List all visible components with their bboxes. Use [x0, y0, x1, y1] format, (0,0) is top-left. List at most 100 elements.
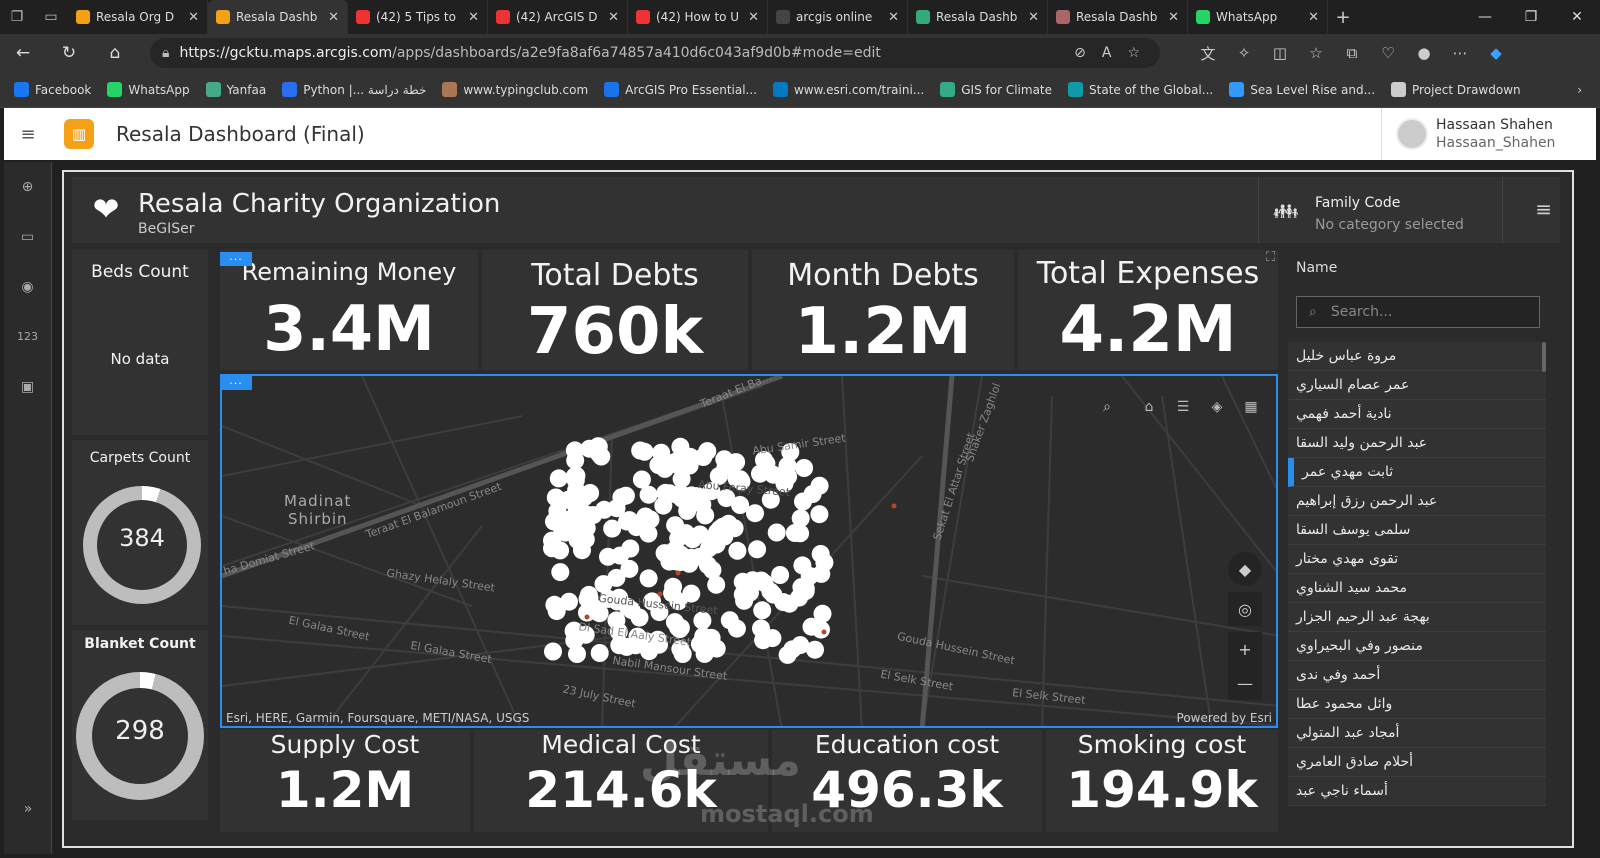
browser-tab[interactable]: arcgis online ✕ — [768, 0, 908, 34]
collections-icon[interactable]: ⧉ — [1334, 44, 1370, 62]
profile-icon[interactable]: ● — [1406, 44, 1442, 62]
browser-tab[interactable]: Resala Org D ✕ — [68, 0, 208, 34]
list-item[interactable]: عبد الرحمن وليد السقا — [1288, 429, 1546, 458]
household-point[interactable] — [630, 608, 649, 627]
household-point[interactable] — [785, 524, 804, 542]
household-point[interactable] — [683, 530, 702, 549]
browser-tab[interactable]: WhatsApp ✕ — [1188, 0, 1328, 34]
household-point[interactable] — [720, 611, 739, 630]
household-point[interactable] — [748, 540, 767, 559]
extensions-icon[interactable]: ✧ — [1226, 44, 1262, 62]
chevron-right-icon[interactable]: › — [1577, 83, 1582, 97]
expand-icon[interactable]: » — [4, 784, 52, 834]
household-point[interactable] — [544, 642, 562, 661]
user-menu[interactable]: Hassaan Shahen Hassaan_Shahen — [1381, 108, 1596, 160]
list-item[interactable]: بهجة عبد الرحيم الجزار — [1288, 603, 1546, 632]
fullscreen-icon[interactable]: ⛶ — [1266, 250, 1275, 265]
search-icon[interactable]: ⌕ — [1090, 390, 1124, 424]
household-point[interactable] — [627, 518, 646, 537]
more-icon[interactable]: ⋯ — [1442, 44, 1478, 62]
url-field[interactable]: 🔒︎ https://gcktu.maps.arcgis.com/apps/da… — [150, 38, 1160, 68]
search-input[interactable]: ⌕ Search... — [1296, 296, 1540, 328]
split-screen-icon[interactable]: ◫ — [1262, 44, 1298, 62]
legend-icon[interactable]: ☰ — [1166, 390, 1200, 424]
bookmark-item[interactable]: Python |... خطة دراسة — [282, 82, 426, 97]
household-point[interactable] — [580, 439, 599, 458]
household-point[interactable] — [733, 585, 752, 604]
household-point[interactable] — [813, 604, 832, 623]
bookmark-item[interactable]: www.esri.com/traini... — [772, 82, 924, 97]
list-item[interactable]: عبد الرحمن رزق إبراهيم — [1288, 487, 1546, 516]
household-point[interactable] — [690, 635, 709, 654]
menu-icon[interactable]: ≡ — [1535, 197, 1552, 221]
refresh-icon[interactable]: ↻ — [46, 34, 92, 72]
restore-icon[interactable]: ❐ — [1508, 0, 1554, 34]
household-point[interactable] — [810, 505, 829, 524]
household-point[interactable] — [753, 601, 772, 620]
household-point[interactable] — [551, 563, 570, 582]
read-aloud-icon[interactable]: A — [1102, 45, 1112, 61]
household-point[interactable] — [611, 546, 629, 565]
list-item[interactable]: نادية أحمد فهمي — [1288, 400, 1546, 429]
household-point[interactable] — [778, 456, 797, 475]
locate-icon[interactable]: ◎ — [1228, 592, 1262, 626]
translate-icon[interactable]: 文 — [1190, 43, 1226, 64]
back-icon[interactable]: ← — [0, 34, 46, 72]
household-point[interactable] — [666, 516, 685, 535]
household-point[interactable] — [590, 644, 609, 662]
household-point[interactable] — [566, 451, 585, 470]
list-item[interactable]: سلمى يوسف السقا — [1288, 516, 1546, 545]
household-point[interactable] — [812, 620, 830, 639]
list-item[interactable]: محمد سيد الشناوي — [1288, 574, 1546, 603]
household-point[interactable] — [654, 496, 673, 515]
household-point[interactable] — [720, 520, 739, 539]
household-point[interactable] — [746, 504, 764, 523]
powered-by[interactable]: Powered by Esri — [1177, 711, 1272, 725]
household-point[interactable] — [803, 485, 822, 503]
basemap-gallery-icon[interactable]: ▦ — [1234, 390, 1268, 424]
household-point[interactable] — [761, 582, 780, 601]
list-item[interactable]: عمر عصام السياري — [1288, 371, 1546, 400]
household-point[interactable] — [590, 604, 609, 623]
close-tab-icon[interactable]: ✕ — [1308, 10, 1319, 25]
performance-icon[interactable]: ♡ — [1370, 44, 1406, 62]
browser-tab[interactable]: (42) 5 Tips to ✕ — [348, 0, 488, 34]
list-item[interactable]: تقوى مهدي مختار — [1288, 545, 1546, 574]
household-point[interactable] — [639, 569, 658, 588]
household-point[interactable] — [703, 561, 722, 579]
map-options-button[interactable]: ... — [220, 375, 252, 390]
bookmark-item[interactable]: www.typingclub.com — [442, 82, 588, 97]
family-code-selector[interactable]: 👪︎ Family Code No category selected — [1258, 177, 1503, 243]
home-icon[interactable]: ⌂ — [1132, 390, 1166, 424]
list-scrollbar[interactable] — [1542, 342, 1546, 372]
bookmark-item[interactable]: Yanfaa — [205, 82, 266, 97]
workspaces-icon[interactable]: ❐ — [0, 0, 34, 34]
list-item[interactable]: أمجاد عبد المتولي — [1288, 719, 1546, 748]
browser-tab[interactable]: (42) How to U ✕ — [628, 0, 768, 34]
household-point[interactable] — [649, 456, 668, 474]
household-point[interactable] — [549, 469, 568, 488]
save-icon[interactable]: ▣ — [4, 362, 51, 412]
household-point[interactable] — [579, 585, 598, 604]
household-point[interactable] — [568, 531, 587, 549]
household-point[interactable] — [551, 541, 570, 560]
household-point[interactable] — [767, 523, 786, 542]
household-point[interactable] — [780, 594, 799, 613]
household-point[interactable] — [574, 505, 593, 524]
bookmark-item[interactable]: State of the Global... — [1068, 82, 1213, 97]
close-window-icon[interactable]: ✕ — [1554, 0, 1600, 34]
household-point[interactable] — [547, 602, 566, 621]
household-point[interactable] — [635, 442, 654, 461]
bookmark-item[interactable]: WhatsApp — [107, 82, 190, 97]
favorites-icon[interactable]: ☆ — [1298, 44, 1334, 62]
household-point[interactable] — [757, 454, 776, 473]
bookmark-item[interactable]: Project Drawdown — [1391, 82, 1521, 97]
list-item[interactable]: أسماء ناجي عبد — [1288, 777, 1546, 806]
household-point[interactable] — [771, 566, 790, 584]
household-point[interactable] — [568, 645, 586, 663]
map-view[interactable]: Madinat Shirbin Teraat El Ba... Abu Sami… — [220, 374, 1278, 728]
tab-actions-icon[interactable]: ▭ — [34, 0, 68, 34]
layers-icon[interactable]: ◈ — [1200, 390, 1234, 424]
theme-icon[interactable]: ◉ — [4, 262, 51, 312]
new-tab-button[interactable]: + — [1328, 7, 1358, 28]
